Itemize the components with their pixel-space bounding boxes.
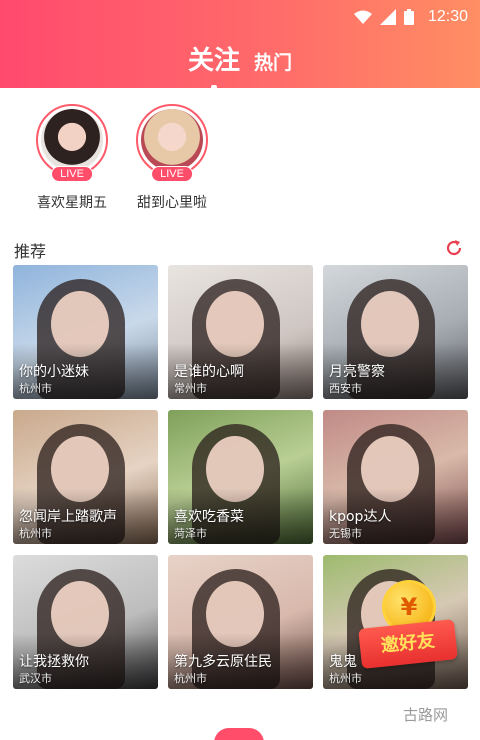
- card-name: 忽闻岸上踏歌声: [19, 509, 117, 525]
- live-item[interactable]: LIVE 甜到心里啦: [130, 104, 214, 212]
- card-name: 月亮警察: [329, 364, 385, 380]
- card-city: 武汉市: [19, 672, 52, 685]
- card-city: 无锡市: [329, 527, 362, 540]
- avatar: [141, 109, 203, 171]
- card-city: 杭州市: [174, 672, 207, 685]
- card-city: 杭州市: [19, 527, 52, 540]
- signal-icon: [379, 9, 396, 25]
- profile-card[interactable]: 让我拯救你 武汉市: [13, 555, 158, 689]
- status-bar: 12:30: [353, 6, 468, 28]
- avatar: [41, 109, 103, 171]
- card-name: 让我拯救你: [19, 654, 89, 670]
- card-city: 菏泽市: [174, 527, 207, 540]
- live-name: 甜到心里啦: [137, 195, 207, 211]
- card-name: 第九多云原住民: [174, 654, 272, 670]
- profile-card[interactable]: 是谁的心啊 常州市: [168, 265, 313, 399]
- battery-icon: [403, 9, 414, 25]
- live-badge: LIVE: [151, 166, 193, 182]
- tab-follow-label: 关注: [187, 46, 240, 76]
- profile-card[interactable]: 你的小迷妹 杭州市: [13, 265, 158, 399]
- card-city: 西安市: [329, 382, 362, 395]
- section-title-recommend: 推荐: [14, 242, 47, 261]
- watermark: 古路网: [403, 706, 449, 724]
- profile-card[interactable]: 第九多云原住民 杭州市: [168, 555, 313, 689]
- tab-hot[interactable]: 热门: [254, 48, 292, 75]
- live-streamers-row: LIVE 喜欢星期五 LIVE 甜到心里啦: [30, 104, 214, 212]
- card-name: 鬼鬼: [329, 654, 357, 670]
- profile-card[interactable]: 喜欢吃香菜 菏泽市: [168, 410, 313, 544]
- status-time: 12:30: [427, 8, 468, 25]
- tab-follow[interactable]: 关注: [187, 40, 240, 89]
- profile-card[interactable]: kpop达人 无锡市: [323, 410, 468, 544]
- header-tabs: 关注 热门: [0, 40, 480, 89]
- avatar-ring: LIVE: [136, 104, 208, 182]
- refresh-icon[interactable]: [444, 238, 464, 258]
- card-name: kpop达人: [329, 509, 392, 525]
- card-name: 是谁的心啊: [174, 364, 244, 380]
- live-badge: LIVE: [51, 166, 93, 182]
- invite-label: 邀好友: [358, 619, 458, 669]
- bottom-action-button[interactable]: [214, 728, 264, 740]
- avatar-ring: LIVE: [36, 104, 108, 182]
- tab-hot-label: 热门: [254, 52, 293, 74]
- card-name: 你的小迷妹: [19, 364, 89, 380]
- live-name: 喜欢星期五: [37, 195, 107, 211]
- card-city: 常州市: [174, 382, 207, 395]
- profile-card[interactable]: 忽闻岸上踏歌声 杭州市: [13, 410, 158, 544]
- wifi-icon: [353, 10, 372, 24]
- card-name: 喜欢吃香菜: [174, 509, 244, 525]
- card-city: 杭州市: [329, 672, 362, 685]
- profile-card[interactable]: 月亮警察 西安市: [323, 265, 468, 399]
- top-header: 12:30 关注 热门: [0, 0, 480, 89]
- invite-friends-button[interactable]: ¥ 邀好友: [358, 580, 458, 680]
- active-tab-indicator: [210, 85, 217, 89]
- live-item[interactable]: LIVE 喜欢星期五: [30, 104, 114, 212]
- card-city: 杭州市: [19, 382, 52, 395]
